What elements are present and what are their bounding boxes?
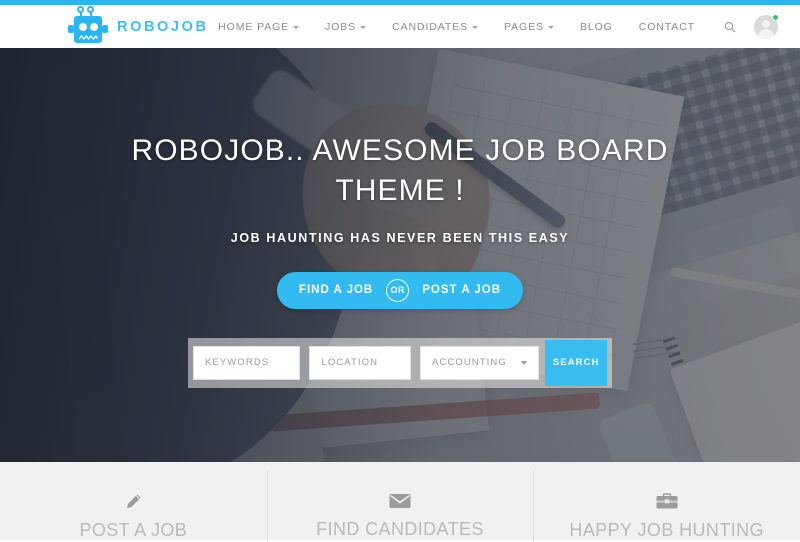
category-selected-value: ACCOUNTING — [431, 357, 507, 369]
nav-item-pages[interactable]: PAGES — [491, 21, 567, 33]
brand-name: ROBOJOB — [117, 19, 209, 35]
nav-item-candidates[interactable]: CANDIDATES — [379, 21, 491, 33]
pencil-icon — [125, 493, 142, 510]
status-badge — [772, 13, 779, 21]
site-header: ROBOJOB HOME PAGE JOBS CANDIDATES PAGES … — [0, 5, 800, 48]
nav-item-blog[interactable]: BLOG — [567, 21, 626, 33]
chevron-down-icon — [472, 26, 479, 29]
feature-title: HAPPY JOB HUNTING — [569, 520, 764, 540]
envelope-icon — [389, 493, 411, 509]
brand-logo[interactable]: ROBOJOB — [68, 3, 209, 51]
nav-item-contact[interactable]: CONTACT — [626, 21, 708, 33]
nav-label: CONTACT — [638, 20, 695, 33]
briefcase-icon — [656, 493, 678, 510]
nav-label: CANDIDATES — [392, 20, 469, 33]
feature-happy-job-hunting[interactable]: HAPPY JOB HUNTING — [533, 462, 800, 542]
feature-title: POST A JOB — [79, 520, 188, 540]
search-icon[interactable] — [708, 21, 746, 33]
job-search-bar: KEYWORDS LOCATION ACCOUNTING SEARCH — [188, 337, 612, 388]
cta-or-divider: OR — [386, 278, 410, 302]
nav-label: BLOG — [579, 20, 613, 33]
robot-icon — [68, 6, 108, 48]
nav-label: HOME PAGE — [218, 20, 290, 33]
chevron-down-icon — [547, 26, 554, 29]
find-a-job-label[interactable]: FIND A JOB — [299, 284, 373, 296]
nav-label: JOBS — [325, 20, 357, 33]
hero-cta-button[interactable]: FIND A JOB OR POST A JOB — [276, 271, 524, 309]
nav-item-jobs[interactable]: JOBS — [312, 21, 379, 33]
nav-label: PAGES — [504, 20, 544, 33]
category-select[interactable]: ACCOUNTING — [419, 345, 540, 380]
chevron-down-icon — [521, 360, 528, 365]
hero-title: ROBOJOB.. AWESOME JOB BOARD THEME ! — [131, 134, 669, 207]
chevron-down-icon — [293, 26, 300, 29]
feature-find-candidates[interactable]: FIND CANDIDATES — [266, 462, 534, 542]
features-section: POST A JOB FIND CANDIDATES HAPPY JOB HUN… — [0, 462, 800, 542]
hero-subtitle: JOB HAUNTING HAS NEVER BEEN THIS EASY — [230, 230, 570, 245]
post-a-job-label[interactable]: POST A JOB — [422, 284, 501, 296]
location-input[interactable]: LOCATION — [309, 345, 411, 380]
hero-section: ROBOJOB.. AWESOME JOB BOARD THEME ! JOB … — [0, 48, 800, 462]
feature-post-a-job[interactable]: POST A JOB — [0, 462, 267, 540]
chevron-down-icon — [360, 26, 367, 29]
search-button[interactable]: SEARCH — [545, 339, 607, 386]
nav-item-home-page[interactable]: HOME PAGE — [205, 21, 312, 33]
feature-title: FIND CANDIDATES — [316, 519, 484, 539]
avatar[interactable] — [754, 13, 779, 39]
keywords-input[interactable]: KEYWORDS — [193, 345, 301, 380]
main-navigation: HOME PAGE JOBS CANDIDATES PAGES BLOG CON… — [205, 5, 800, 48]
keywords-placeholder: KEYWORDS — [205, 357, 270, 369]
location-placeholder: LOCATION — [321, 357, 379, 369]
